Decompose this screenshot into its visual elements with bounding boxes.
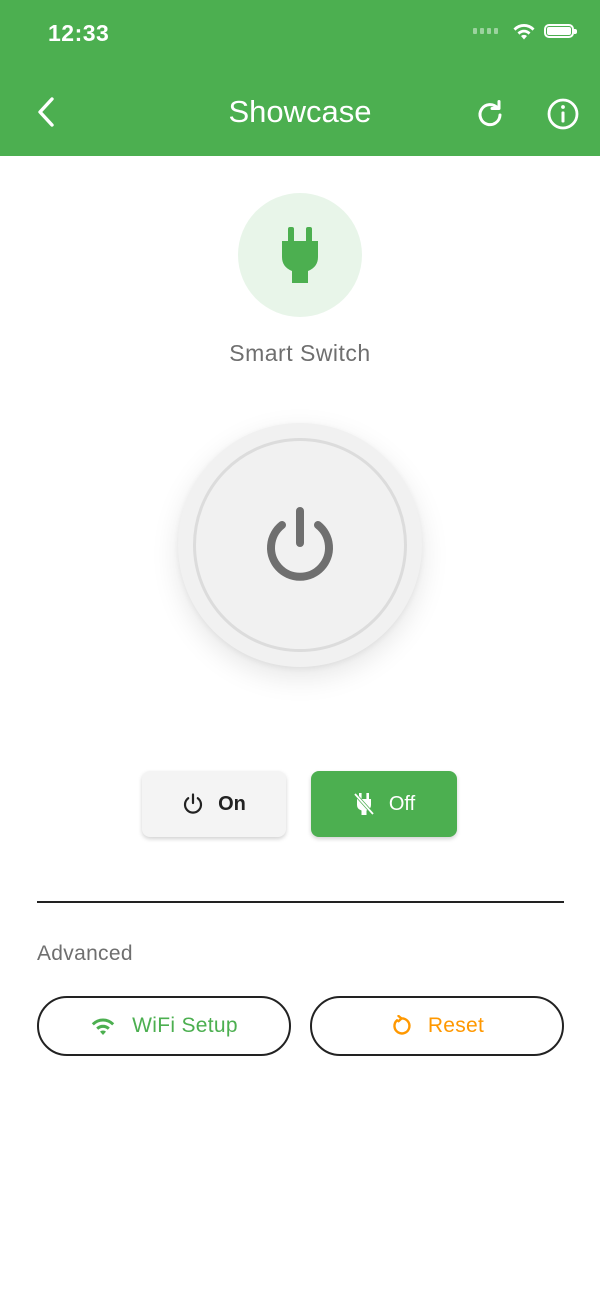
device-name: Smart Switch <box>229 340 371 366</box>
status-time: 12:33 <box>48 20 110 46</box>
wifi-setup-label: WiFi Setup <box>132 1014 238 1037</box>
status-icons <box>473 22 577 40</box>
battery-icon <box>544 24 577 38</box>
info-icon <box>546 97 580 131</box>
wifi-icon <box>90 1016 116 1036</box>
power-icon <box>182 793 204 815</box>
on-button[interactable]: On <box>142 771 286 837</box>
reset-icon <box>390 1015 412 1037</box>
reset-label: Reset <box>427 1014 485 1037</box>
device-avatar <box>238 193 362 317</box>
reset-button[interactable]: Reset <box>310 996 564 1056</box>
wifi-setup-button[interactable]: WiFi Setup <box>37 996 291 1056</box>
refresh-icon <box>475 99 505 129</box>
wifi-status-icon <box>512 22 536 40</box>
power-off-plug-icon <box>353 792 375 816</box>
page-title: Showcase <box>228 94 372 129</box>
power-button-ring <box>193 438 407 652</box>
plug-icon <box>280 225 320 285</box>
info-button[interactable] <box>543 94 583 134</box>
app-bar: 12:33 Showcase <box>0 0 600 156</box>
cellular-signal-icon <box>473 28 498 34</box>
off-button-label: Off <box>388 792 416 815</box>
power-icon <box>260 505 340 585</box>
on-button-label: On <box>218 792 246 815</box>
advanced-section-label: Advanced <box>37 942 133 965</box>
divider <box>37 901 564 903</box>
power-toggle-button[interactable] <box>178 423 422 667</box>
off-button[interactable]: Off <box>311 771 457 837</box>
refresh-button[interactable] <box>470 94 510 134</box>
